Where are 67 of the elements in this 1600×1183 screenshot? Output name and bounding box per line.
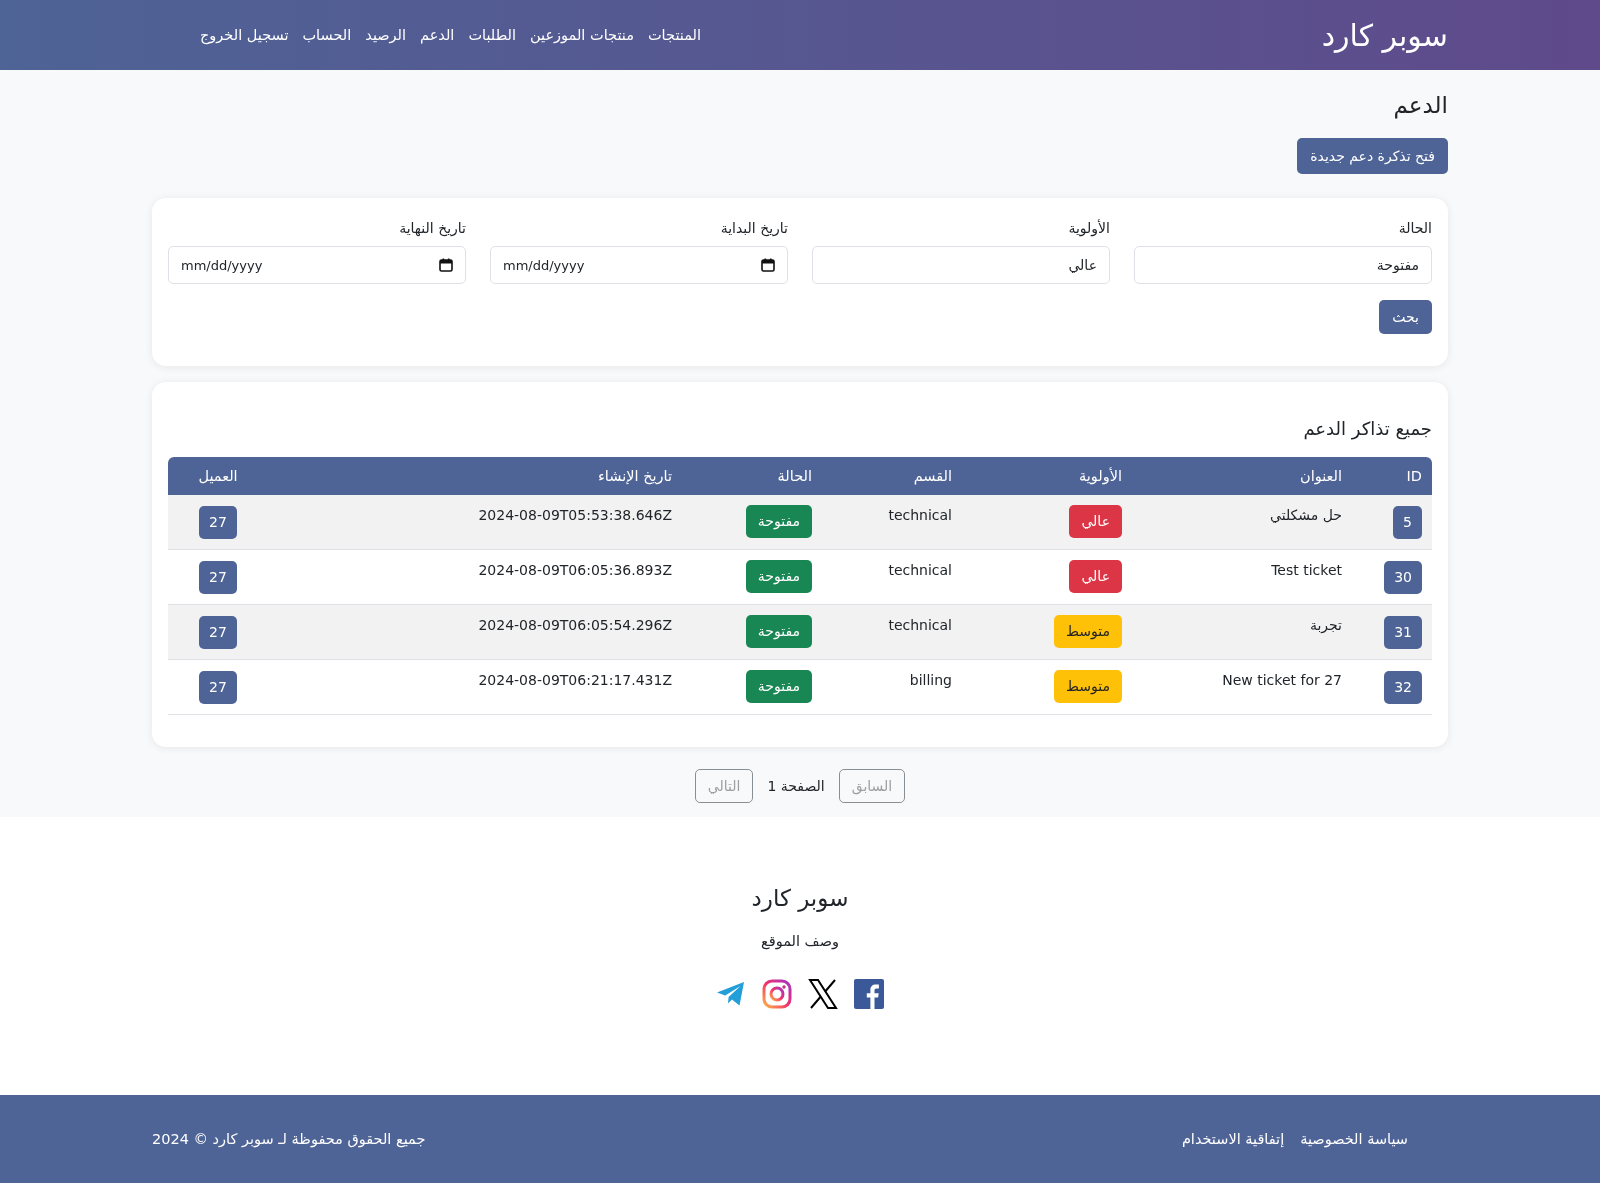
column-header: تاريخ الإنشاء bbox=[268, 457, 682, 495]
priority-badge: عالي bbox=[1069, 505, 1122, 538]
priority-badge: متوسط bbox=[1054, 670, 1122, 703]
table-cell: حل مشكلتي bbox=[1270, 507, 1342, 523]
status-badge: مفتوحة bbox=[745, 560, 812, 593]
id-badge: 5 bbox=[1393, 506, 1422, 539]
field-label: الأولوية bbox=[1067, 220, 1110, 236]
customer-badge: 27 bbox=[199, 506, 237, 539]
input-field[interactable]: مفتوحة bbox=[1134, 246, 1432, 284]
input-field[interactable]: عالي bbox=[812, 246, 1110, 284]
table-cell: تجربة bbox=[1309, 617, 1342, 633]
footer-link[interactable]: إتفاقية الاستخدام bbox=[1181, 1131, 1285, 1147]
calendar-icon[interactable] bbox=[761, 258, 775, 272]
column-header: القسم bbox=[822, 457, 962, 495]
column-header: الحالة bbox=[682, 457, 822, 495]
page-title: الدعم bbox=[1392, 92, 1448, 118]
brand-link[interactable]: سوبر كارد bbox=[1321, 17, 1448, 53]
calendar-icon[interactable] bbox=[439, 258, 453, 272]
nav-link[interactable]: الحساب bbox=[302, 27, 352, 43]
column-header: ID bbox=[1352, 457, 1432, 495]
search-button[interactable]: بحث bbox=[1379, 300, 1432, 334]
column-header: العنوان bbox=[1132, 457, 1352, 495]
table-cell: New ticket for 27 bbox=[1222, 672, 1342, 688]
instagram-icon[interactable] bbox=[762, 979, 792, 1009]
nav-link[interactable]: المنتجات bbox=[647, 27, 701, 43]
telegram-icon[interactable] bbox=[716, 981, 746, 1007]
site-description: وصف الموقع bbox=[761, 933, 839, 949]
table-cell: 2024-08-09T06:05:36.893Z bbox=[478, 562, 672, 578]
status-badge: مفتوحة bbox=[745, 670, 812, 703]
copyright-text: جميع الحقوق محفوظة لـ سوبر كارد © 2024 bbox=[152, 1131, 426, 1147]
page-indicator: الصفحة 1 bbox=[767, 778, 825, 794]
table-cell: 2024-08-09T06:05:54.296Z bbox=[478, 617, 672, 633]
footer-link[interactable]: سياسة الخصوصية bbox=[1300, 1131, 1408, 1147]
nav-link[interactable]: تسجيل الخروج bbox=[200, 27, 289, 43]
x-logo-icon[interactable] bbox=[808, 979, 838, 1009]
new-ticket-button[interactable]: فتح تذكرة دعم جديدة bbox=[1297, 138, 1448, 174]
customer-badge: 27 bbox=[199, 616, 237, 649]
date-field[interactable]: mm/dd/yyyy bbox=[490, 246, 788, 284]
table-cell: 2024-08-09T06:21:17.431Z bbox=[478, 672, 672, 688]
priority-badge: عالي bbox=[1069, 560, 1122, 593]
id-badge: 30 bbox=[1384, 561, 1422, 594]
id-badge: 32 bbox=[1384, 671, 1422, 704]
nav-link[interactable]: منتجات الموزعين bbox=[530, 27, 634, 43]
status-badge: مفتوحة bbox=[745, 615, 812, 648]
status-badge: مفتوحة bbox=[745, 505, 812, 538]
nav-link[interactable]: الدعم bbox=[420, 27, 455, 43]
customer-badge: 27 bbox=[199, 671, 237, 704]
nav-link[interactable]: الرصيد bbox=[365, 27, 407, 43]
column-header: الأولوية bbox=[962, 457, 1132, 495]
table-cell: technical bbox=[888, 617, 952, 633]
table-cell: technical bbox=[888, 562, 952, 578]
table-cell: technical bbox=[888, 507, 952, 523]
facebook-icon[interactable] bbox=[854, 979, 884, 1009]
nav-link[interactable]: الطلبات bbox=[468, 27, 516, 43]
table-cell: billing bbox=[909, 672, 952, 688]
field-label: تاريخ النهاية bbox=[398, 220, 466, 236]
section-title: جميع تذاكر الدعم bbox=[1302, 418, 1432, 439]
priority-badge: متوسط bbox=[1054, 615, 1122, 648]
id-badge: 31 bbox=[1384, 616, 1422, 649]
field-label: تاريخ البداية bbox=[719, 220, 788, 236]
footer-brand: سوبر كارد bbox=[751, 885, 849, 911]
table-cell: 2024-08-09T05:53:38.646Z bbox=[478, 507, 672, 523]
column-header: العميل bbox=[168, 457, 268, 495]
date-field[interactable]: mm/dd/yyyy bbox=[168, 246, 466, 284]
customer-badge: 27 bbox=[199, 561, 237, 594]
field-label: الحالة bbox=[1397, 220, 1432, 236]
table-cell: Test ticket bbox=[1271, 562, 1342, 578]
